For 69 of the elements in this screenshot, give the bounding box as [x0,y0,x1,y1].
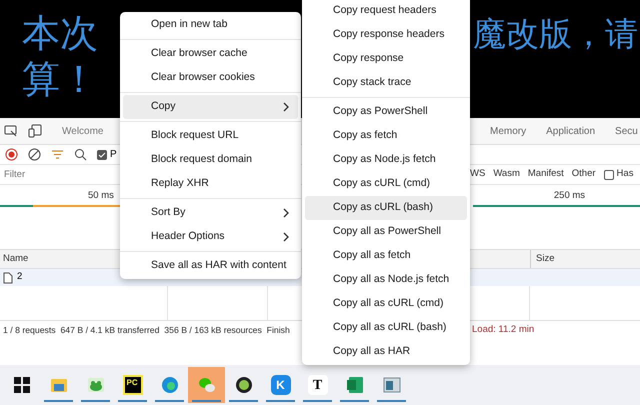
tick-label: 250 ms [554,188,586,203]
column-header: Name [3,252,28,266]
k-icon: K [270,375,290,395]
menu-item[interactable]: Copy as Node.js fetch [305,148,467,172]
menu-item[interactable]: Copy all as PowerShell [305,220,467,244]
clear-icon [28,148,41,161]
taskbar-item[interactable]: K [262,367,299,403]
status-text: 1 / 8 requests 647 B / 4.1 kB transferred 356 B / 163 kB resources Finish [3,324,290,337]
menu-item[interactable]: Copy stack trace [305,71,467,95]
filter-field[interactable]: Filter [0,166,110,184]
spreadsheet-icon [344,375,364,395]
chat-icon [196,375,216,395]
type-filter[interactable]: Wasm [493,167,520,182]
file-icon [3,272,13,284]
filter-icon [51,148,64,161]
ide-icon: PC [122,375,142,395]
menu-item[interactable]: Clear browser cache [123,42,298,66]
has-blocked-checkbox[interactable]: Has [604,167,634,182]
chevron-right-icon [283,232,290,242]
menu-item[interactable]: Save all as HAR with content [123,254,298,278]
browser-icon [160,375,180,395]
taskbar-item[interactable]: T [299,367,336,403]
menu-item[interactable]: Copy all as HAR [305,340,467,364]
load-time: Load: 11.2 min [472,323,534,338]
record-icon [5,148,18,161]
menu-item[interactable]: Header Options [123,225,298,249]
menu-item[interactable]: Copy all as cURL (cmd) [305,292,467,316]
table-cell-text: 2 [17,270,22,284]
banner-text: 魔改版，请 [473,14,638,54]
banner-text: 本次 [22,14,98,54]
tab[interactable]: Welcome [60,124,106,138]
type-filter[interactable]: Other [572,167,596,182]
tab[interactable]: Application [546,124,596,138]
search-icon [74,148,87,161]
menu-item[interactable]: Copy as PowerShell [305,100,467,124]
frog-icon [86,375,106,395]
menu-item[interactable]: Block request URL [123,124,298,148]
menu-item[interactable]: Copy as cURL (bash) [305,196,467,220]
window-icon [382,375,402,395]
menu-item[interactable]: Copy response [305,47,467,71]
tab[interactable]: Memory [490,124,526,138]
menu-item[interactable]: Replay XHR [123,172,298,196]
menu-item[interactable]: Copy [123,95,298,119]
tab[interactable]: Secu [615,124,638,138]
menu-item[interactable]: Copy as cURL (cmd) [305,172,467,196]
menu-item[interactable]: Copy as fetch [305,124,467,148]
type-filter[interactable]: WS [470,167,486,182]
inspect-icon [4,124,18,138]
tick-label: 50 ms [88,188,114,203]
chevron-right-icon [283,208,290,218]
menu-item[interactable]: Copy all as cURL (bash) [305,316,467,340]
menu-item[interactable]: Copy all as Node.js fetch [305,268,467,292]
menu-item[interactable]: Sort By [123,201,298,225]
menu-item[interactable]: Copy all as fetch [305,244,467,268]
type-filter[interactable]: Manifest [528,167,564,182]
chevron-right-icon [283,102,290,112]
menu-item[interactable]: Copy request headers [305,0,467,23]
menu-item[interactable]: Copy response headers [305,23,467,47]
menu-item[interactable]: Clear browser cookies [123,66,298,90]
column-header: Size [536,252,554,266]
menu-item[interactable]: Open in new tab [123,13,298,37]
preserve-log-checkbox[interactable]: P [97,147,117,162]
taskbar-item[interactable]: PC [114,367,151,403]
check-icon [98,150,106,158]
device-icon [28,124,42,138]
windows-icon [12,375,32,395]
menu-item[interactable]: Block request domain [123,148,298,172]
editor-icon: T [308,375,328,395]
banner-text: 算！ [22,60,98,100]
